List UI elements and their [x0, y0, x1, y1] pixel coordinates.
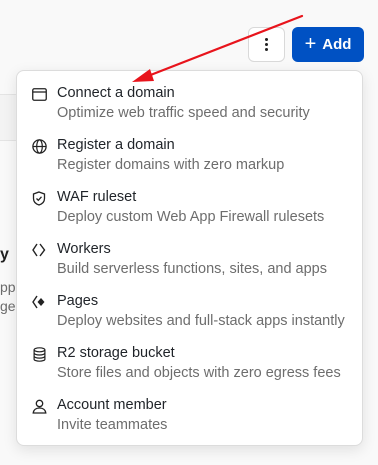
menu-item-description: Invite teammates: [57, 417, 168, 433]
background-text-fragment: pp: [0, 279, 16, 295]
menu-item-title: Register a domain: [57, 137, 175, 153]
more-options-button[interactable]: [248, 27, 285, 62]
pages-icon: [31, 294, 47, 310]
menu-item-description: Build serverless functions, sites, and a…: [57, 261, 327, 277]
add-dropdown-menu: Connect a domain Optimize web traffic sp…: [16, 70, 363, 446]
background-heading-fragment: y: [0, 246, 9, 263]
menu-item-connect-domain[interactable]: Connect a domain Optimize web traffic sp…: [17, 83, 362, 133]
add-button-label: Add: [322, 36, 352, 53]
menu-item-waf-ruleset[interactable]: WAF ruleset Deploy custom Web App Firewa…: [17, 187, 362, 237]
menu-item-register-domain[interactable]: Register a domain Register domains with …: [17, 135, 362, 185]
background-text-fragment: ge: [0, 298, 16, 314]
menu-item-description: Register domains with zero markup: [57, 157, 285, 173]
user-icon: [31, 398, 47, 414]
shield-icon: [31, 190, 47, 206]
add-button[interactable]: + Add: [292, 27, 364, 62]
menu-item-description: Store files and objects with zero egress…: [57, 365, 341, 381]
globe-icon: [31, 138, 47, 154]
more-vertical-icon: [265, 38, 268, 51]
menu-item-title: WAF ruleset: [57, 189, 137, 205]
database-icon: [31, 346, 47, 362]
menu-item-description: Optimize web traffic speed and security: [57, 105, 310, 121]
browser-window-icon: [31, 86, 47, 102]
menu-item-description: Deploy custom Web App Firewall rulesets: [57, 209, 325, 225]
workers-icon: [31, 242, 47, 258]
plus-icon: +: [304, 32, 317, 55]
menu-item-title: Connect a domain: [57, 85, 175, 101]
menu-item-title: R2 storage bucket: [57, 345, 175, 361]
menu-item-pages[interactable]: Pages Deploy websites and full-stack app…: [17, 291, 362, 341]
menu-item-account-member[interactable]: Account member Invite teammates: [17, 395, 362, 445]
menu-item-r2-storage-bucket[interactable]: R2 storage bucket Store files and object…: [17, 343, 362, 393]
menu-item-workers[interactable]: Workers Build serverless functions, site…: [17, 239, 362, 289]
menu-item-title: Account member: [57, 397, 167, 413]
menu-item-title: Pages: [57, 293, 99, 309]
menu-item-title: Workers: [57, 241, 111, 257]
menu-item-description: Deploy websites and full-stack apps inst…: [57, 313, 345, 329]
